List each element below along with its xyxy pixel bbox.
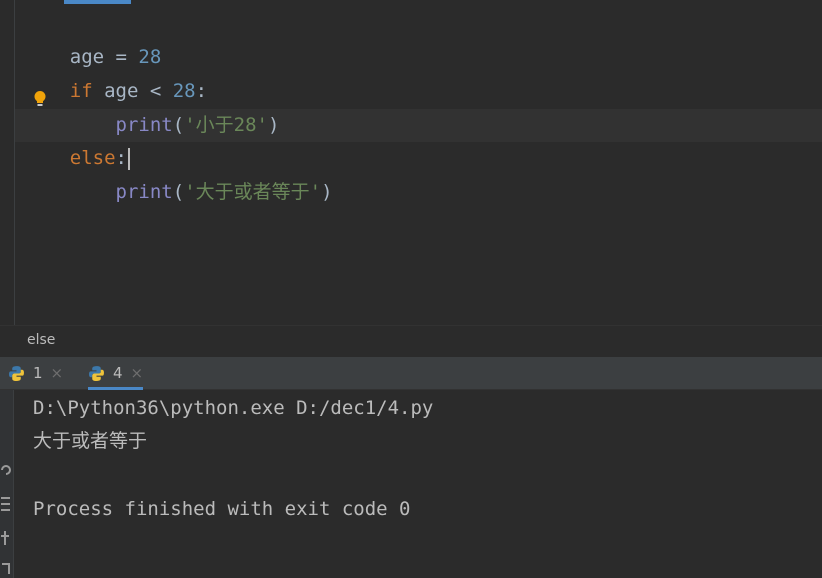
filter-icon[interactable] bbox=[0, 494, 11, 514]
console-toolbar bbox=[0, 390, 14, 578]
run-tab-4[interactable]: 4 × bbox=[88, 357, 144, 390]
code-line-4[interactable]: else: bbox=[24, 109, 130, 170]
code-editor[interactable]: age = 28 if age < 28: print('小于28') else… bbox=[0, 0, 822, 325]
python-icon bbox=[9, 365, 24, 381]
code-token: '大于或者等于' bbox=[184, 181, 322, 203]
code-token: ( bbox=[172, 114, 185, 136]
breadcrumb-item[interactable]: else bbox=[27, 332, 55, 348]
run-tab-bar: 1 × 4 × bbox=[0, 357, 822, 390]
console-line: D:\Python36\python.exe D:/dec1/4.py bbox=[33, 397, 434, 419]
print-icon[interactable] bbox=[0, 560, 11, 578]
console-line: Process finished with exit code 0 bbox=[33, 498, 411, 520]
code-line-2[interactable]: if age < 28: bbox=[24, 42, 207, 102]
pin-icon[interactable] bbox=[0, 528, 11, 548]
code-token: ) bbox=[321, 181, 333, 203]
run-tab-label: 4 bbox=[113, 364, 123, 382]
close-icon[interactable]: × bbox=[51, 364, 64, 382]
code-token: '小于28' bbox=[184, 114, 268, 136]
run-tab-label: 1 bbox=[33, 364, 43, 382]
gutter-divider bbox=[14, 0, 15, 325]
code-token: ( bbox=[172, 181, 185, 203]
run-console[interactable]: D:\Python36\python.exe D:/dec1/4.py 大于或者… bbox=[0, 390, 822, 578]
code-line-5[interactable]: print('大于或者等于') bbox=[24, 143, 333, 203]
code-token: ) bbox=[267, 114, 280, 136]
python-icon bbox=[89, 365, 104, 381]
rerun-icon[interactable] bbox=[0, 460, 11, 480]
editor-tab-indicator bbox=[64, 0, 131, 4]
breadcrumb[interactable]: else bbox=[0, 325, 822, 357]
code-line-3[interactable]: print('小于28') bbox=[24, 76, 280, 136]
console-line: 大于或者等于 bbox=[33, 430, 148, 452]
run-tab-1[interactable]: 1 × bbox=[8, 357, 63, 389]
code-token: print bbox=[115, 181, 173, 203]
code-line-1[interactable]: age = 28 bbox=[24, 8, 162, 68]
close-icon[interactable]: × bbox=[131, 364, 144, 382]
